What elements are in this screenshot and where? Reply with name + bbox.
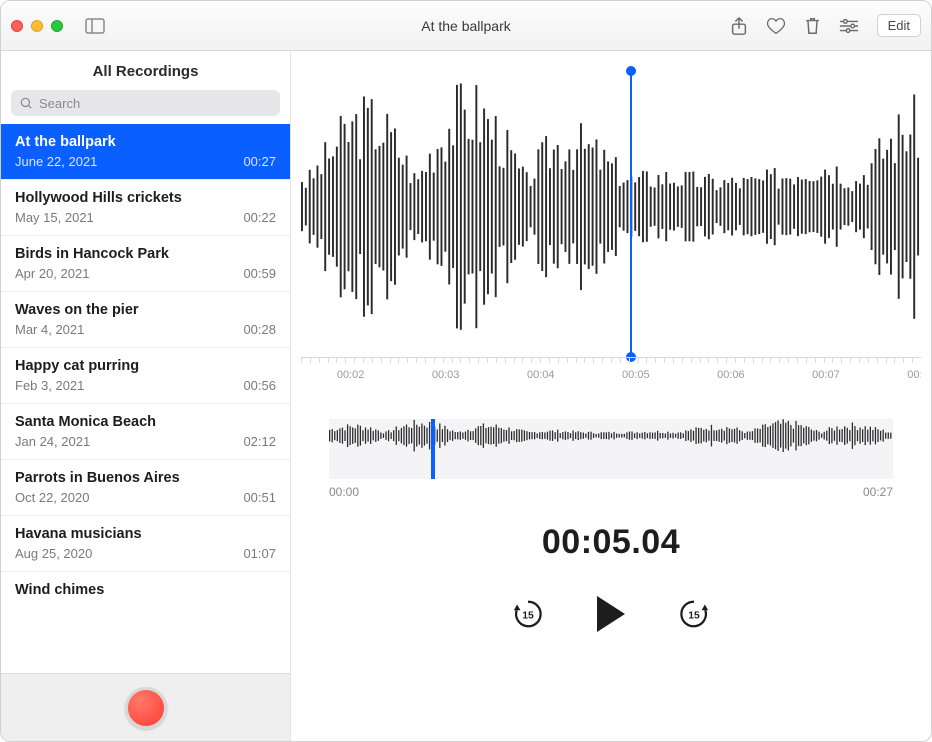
overview-start-time: 00:00 xyxy=(329,485,359,499)
time-ruler: 00:02 00:03 00:04 00:05 00:06 00:07 00:08 xyxy=(301,357,921,381)
ruler-tick: 00:05 xyxy=(622,369,650,381)
recording-date: Oct 22, 2020 xyxy=(15,490,89,505)
toggle-sidebar-button[interactable] xyxy=(85,18,105,34)
ruler-tick: 00:02 xyxy=(337,369,365,381)
ruler-tick: 00:03 xyxy=(432,369,460,381)
recording-item[interactable]: Hollywood Hills crickets May 15, 2021 00… xyxy=(1,179,290,235)
record-button[interactable] xyxy=(125,687,167,729)
recording-name: Havana musicians xyxy=(15,526,276,542)
recording-date: Apr 20, 2021 xyxy=(15,266,89,281)
overview-playhead[interactable] xyxy=(431,419,435,479)
delete-button[interactable] xyxy=(804,16,821,36)
recording-item[interactable]: Birds in Hancock Park Apr 20, 2021 00:59 xyxy=(1,235,290,291)
recording-duration: 00:22 xyxy=(243,210,276,225)
zoom-window-button[interactable] xyxy=(51,20,63,32)
play-button[interactable] xyxy=(597,596,625,632)
ruler-tick: 00:08 xyxy=(907,369,921,381)
recording-item[interactable]: Havana musicians Aug 25, 2020 01:07 xyxy=(1,515,290,571)
close-window-button[interactable] xyxy=(11,20,23,32)
recording-item[interactable]: Santa Monica Beach Jan 24, 2021 02:12 xyxy=(1,403,290,459)
edit-button[interactable]: Edit xyxy=(877,14,921,37)
playhead[interactable] xyxy=(630,71,632,357)
recording-item[interactable]: Parrots in Buenos Aires Oct 22, 2020 00:… xyxy=(1,459,290,515)
toolbar: At the ballpark xyxy=(1,1,931,51)
share-button[interactable] xyxy=(730,16,748,36)
recording-item[interactable]: Waves on the pier Mar 4, 2021 00:28 xyxy=(1,291,290,347)
recording-duration: 00:27 xyxy=(243,154,276,169)
ruler-tick: 00:07 xyxy=(812,369,840,381)
ruler-tick: 00:04 xyxy=(527,369,555,381)
skip-forward-15-button[interactable]: 15 xyxy=(677,597,711,631)
playback-settings-button[interactable] xyxy=(839,18,859,34)
recording-item[interactable]: Wind chimes xyxy=(1,571,290,612)
sidebar: All Recordings At the ballpark June 22, … xyxy=(1,51,291,741)
recording-name: Santa Monica Beach xyxy=(15,414,276,430)
record-bar xyxy=(1,673,290,741)
recording-name: Wind chimes xyxy=(15,582,276,598)
recording-item[interactable]: At the ballpark June 22, 2021 00:27 xyxy=(1,124,290,179)
overview-end-time: 00:27 xyxy=(863,485,893,499)
recording-date: Jan 24, 2021 xyxy=(15,434,90,449)
search-input[interactable] xyxy=(11,90,280,116)
minimize-window-button[interactable] xyxy=(31,20,43,32)
recording-date: Aug 25, 2020 xyxy=(15,546,92,561)
waveform-overview[interactable] xyxy=(329,419,893,479)
play-icon xyxy=(597,596,625,632)
recording-name: Happy cat purring xyxy=(15,358,276,374)
window-controls xyxy=(11,20,63,32)
recording-duration: 00:56 xyxy=(243,378,276,393)
waveform-zoomed[interactable]: 00:02 00:03 00:04 00:05 00:06 00:07 00:08 xyxy=(301,71,921,381)
sidebar-title: All Recordings xyxy=(1,51,290,90)
recording-duration: 02:12 xyxy=(243,434,276,449)
recording-date: Mar 4, 2021 xyxy=(15,322,84,337)
svg-text:15: 15 xyxy=(522,611,534,622)
recording-date: Feb 3, 2021 xyxy=(15,378,84,393)
app-window: At the ballpark xyxy=(0,0,932,742)
recording-name: Birds in Hancock Park xyxy=(15,246,276,262)
recording-duration: 00:28 xyxy=(243,322,276,337)
recording-item[interactable]: Happy cat purring Feb 3, 2021 00:56 xyxy=(1,347,290,403)
recording-name: Waves on the pier xyxy=(15,302,276,318)
skip-back-15-button[interactable]: 15 xyxy=(511,597,545,631)
svg-text:15: 15 xyxy=(688,611,700,622)
favorite-button[interactable] xyxy=(766,17,786,35)
recording-detail: 00:02 00:03 00:04 00:05 00:06 00:07 00:08 00:0… xyxy=(291,51,931,741)
recording-duration: 00:59 xyxy=(243,266,276,281)
recording-date: June 22, 2021 xyxy=(15,154,97,169)
ruler-tick: 00:06 xyxy=(717,369,745,381)
current-time: 00:05.04 xyxy=(301,523,921,562)
playback-controls: 15 15 xyxy=(301,596,921,632)
recording-duration: 00:51 xyxy=(243,490,276,505)
recording-name: Parrots in Buenos Aires xyxy=(15,470,276,486)
recording-duration: 01:07 xyxy=(243,546,276,561)
recordings-list: At the ballpark June 22, 2021 00:27Holly… xyxy=(1,124,290,673)
recording-date: May 15, 2021 xyxy=(15,210,94,225)
recording-name: At the ballpark xyxy=(15,134,276,150)
recording-name: Hollywood Hills crickets xyxy=(15,190,276,206)
